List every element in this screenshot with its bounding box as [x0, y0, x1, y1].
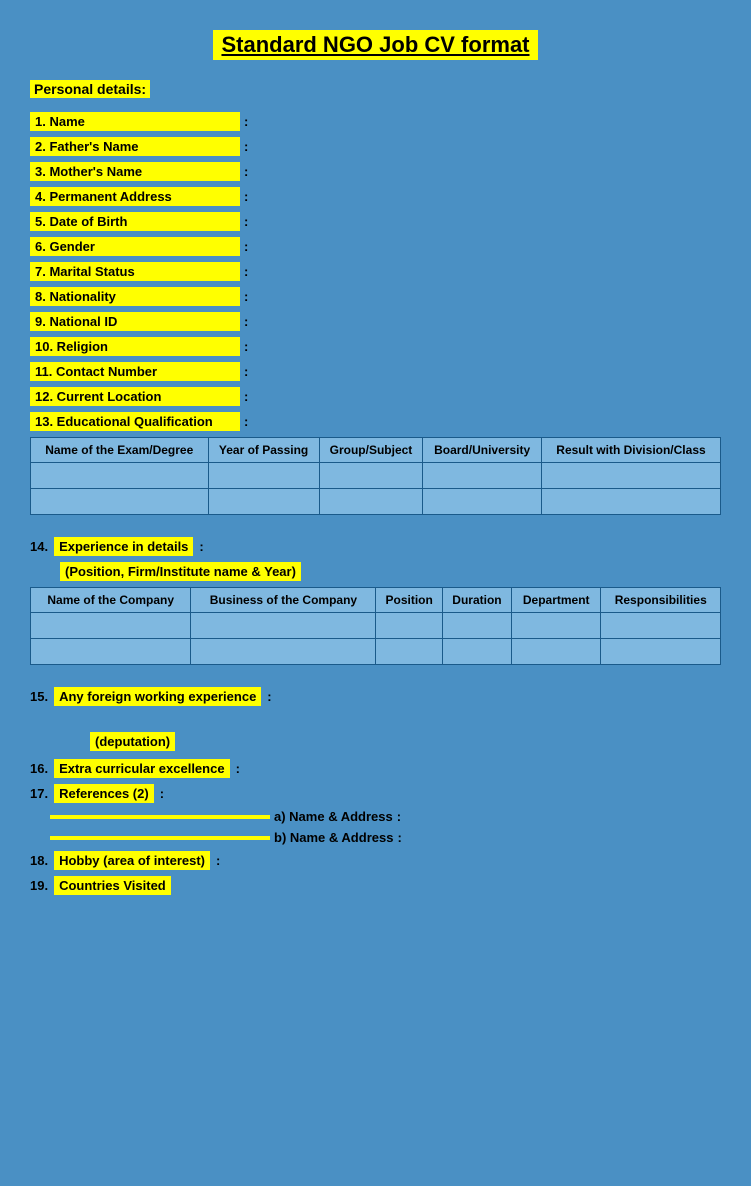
field-label-religion: 10. Religion [30, 337, 240, 356]
table-row [31, 639, 721, 665]
colon-hobby: : [216, 853, 220, 868]
field-label-extra-num: 16. [30, 761, 54, 776]
table-row [31, 613, 721, 639]
field-row-references: 17. References (2) : [30, 784, 721, 803]
colon-experience: : [199, 539, 203, 554]
colon-nationality: : [244, 289, 248, 304]
personal-details-header: Personal details: [30, 80, 150, 98]
exp-col-business: Business of the Company [191, 588, 376, 613]
field-label-current-location: 12. Current Location [30, 387, 240, 406]
exp-col-company: Name of the Company [31, 588, 191, 613]
edu-col-year: Year of Passing [208, 438, 319, 463]
colon-foreign-exp: : [267, 689, 271, 704]
edu-col-exam: Name of the Exam/Degree [31, 438, 209, 463]
field-row-experience: 14. Experience in details : [30, 537, 721, 556]
field-label-national-id: 9. National ID [30, 312, 240, 331]
field-row-hobby: 18. Hobby (area of interest) : [30, 851, 721, 870]
field-row-marital-status: 7. Marital Status : [30, 262, 721, 281]
field-row-contact-number: 11. Contact Number : [30, 362, 721, 381]
colon-educational-qual: : [244, 414, 248, 429]
field-label-references-num: 17. [30, 786, 54, 801]
field-label-name: 1. Name [30, 112, 240, 131]
field-label-experience: Experience in details [54, 537, 193, 556]
exp-col-duration: Duration [442, 588, 511, 613]
colon-dob: : [244, 214, 248, 229]
field-row-nationality: 8. Nationality : [30, 287, 721, 306]
field-row-religion: 10. Religion : [30, 337, 721, 356]
field-label-nationality: 8. Nationality [30, 287, 240, 306]
field-row-dob: 5. Date of Birth : [30, 212, 721, 231]
field-label-fathers-name: 2. Father's Name [30, 137, 240, 156]
field-label-foreign-exp-num: 15. [30, 689, 54, 704]
colon-mothers-name: : [244, 164, 248, 179]
field-row-permanent-address: 4. Permanent Address : [30, 187, 721, 206]
colon-extra-curricular: : [236, 761, 240, 776]
field-row-foreign-exp: 15. Any foreign working experience : [30, 687, 721, 706]
ref-b-row: b) Name & Address : [30, 830, 721, 845]
field-label-countries-num: 19. [30, 878, 54, 893]
experience-sublabel-row: (Position, Firm/Institute name & Year) [30, 562, 721, 581]
colon-fathers-name: : [244, 139, 248, 154]
colon-permanent-address: : [244, 189, 248, 204]
colon-ref-a: : [397, 809, 401, 824]
ref-a-prefix: a) Name & Address [274, 809, 393, 824]
colon-current-location: : [244, 389, 248, 404]
field-label-gender: 6. Gender [30, 237, 240, 256]
colon-marital-status: : [244, 264, 248, 279]
field-row-gender: 6. Gender : [30, 237, 721, 256]
page-title: Standard NGO Job CV format [213, 30, 537, 60]
ref-b-prefix: b) Name & Address [274, 830, 393, 845]
edu-col-result: Result with Division/Class [541, 438, 720, 463]
colon-contact-number: : [244, 364, 248, 379]
edu-col-board: Board/University [423, 438, 542, 463]
deputation-row: (deputation) [30, 732, 721, 751]
ref-a-label [50, 815, 270, 819]
ref-b-label [50, 836, 270, 840]
edu-col-group: Group/Subject [319, 438, 423, 463]
field-label-permanent-address: 4. Permanent Address [30, 187, 240, 206]
field-row-extra-curricular: 16. Extra curricular excellence : [30, 759, 721, 778]
field-row-mothers-name: 3. Mother's Name : [30, 162, 721, 181]
colon-ref-b: : [397, 830, 401, 845]
colon-religion: : [244, 339, 248, 354]
field-label-contact-number: 11. Contact Number [30, 362, 240, 381]
field-label-countries: Countries Visited [54, 876, 171, 895]
exp-col-position: Position [376, 588, 443, 613]
field-row-fathers-name: 2. Father's Name : [30, 137, 721, 156]
field-row-national-id: 9. National ID : [30, 312, 721, 331]
table-row [31, 463, 721, 489]
table-row [31, 489, 721, 515]
experience-sublabel: (Position, Firm/Institute name & Year) [60, 562, 301, 581]
exp-col-responsibilities: Responsibilities [601, 588, 721, 613]
field-label-hobby-num: 18. [30, 853, 54, 868]
field-label-dob: 5. Date of Birth [30, 212, 240, 231]
colon-name: : [244, 114, 248, 129]
colon-national-id: : [244, 314, 248, 329]
field-label-hobby: Hobby (area of interest) [54, 851, 210, 870]
field-label-extra-curricular: Extra curricular excellence [54, 759, 230, 778]
field-label-references: References (2) [54, 784, 154, 803]
field-row-educational-qual: 13. Educational Qualification : [30, 412, 721, 431]
deputation-label: (deputation) [90, 732, 175, 751]
colon-gender: : [244, 239, 248, 254]
educational-table: Name of the Exam/Degree Year of Passing … [30, 437, 721, 515]
field-label-marital-status: 7. Marital Status [30, 262, 240, 281]
field-row-current-location: 12. Current Location : [30, 387, 721, 406]
ref-a-row: a) Name & Address : [30, 809, 721, 824]
colon-references: : [160, 786, 164, 801]
exp-col-department: Department [511, 588, 601, 613]
field-label-experience-num: 14. [30, 539, 54, 554]
field-label-educational-qual: 13. Educational Qualification [30, 412, 240, 431]
field-label-mothers-name: 3. Mother's Name [30, 162, 240, 181]
field-row-name: 1. Name : [30, 112, 721, 131]
experience-table: Name of the Company Business of the Comp… [30, 587, 721, 665]
field-label-foreign-exp: Any foreign working experience [54, 687, 261, 706]
field-row-countries: 19. Countries Visited [30, 876, 721, 895]
